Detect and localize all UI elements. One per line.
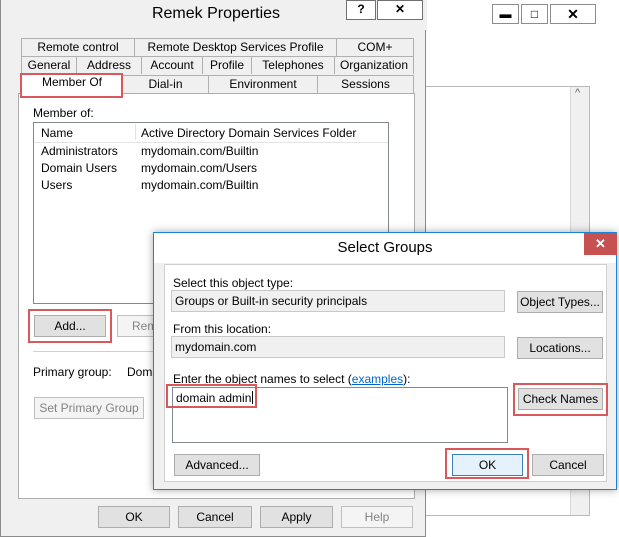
scroll-up-icon[interactable]: ^ xyxy=(575,87,580,99)
add-button-highlight xyxy=(28,309,112,343)
column-header-name[interactable]: Name xyxy=(41,126,73,140)
list-item[interactable]: Administrators mydomain.com/Builtin xyxy=(40,143,380,160)
cancel-button[interactable]: Cancel xyxy=(178,506,252,528)
examples-link[interactable]: examples xyxy=(352,372,403,386)
tab-address[interactable]: Address xyxy=(76,56,142,74)
check-names-highlight xyxy=(513,383,608,416)
minimize-icon[interactable]: ▬ xyxy=(492,4,519,24)
close-icon[interactable]: ✕ xyxy=(550,4,596,24)
list-header: Name Active Directory Domain Services Fo… xyxy=(34,123,388,143)
location-label: From this location: xyxy=(173,322,272,336)
dialog-title: Select Groups xyxy=(337,239,433,256)
apply-button[interactable]: Apply xyxy=(260,506,333,528)
tab-general[interactable]: General xyxy=(21,56,77,74)
advanced-button[interactable]: Advanced... xyxy=(174,454,260,476)
help-button[interactable]: Help xyxy=(341,506,413,528)
object-type-label: Select this object type: xyxy=(173,276,294,290)
member-of-label: Member of: xyxy=(33,106,94,120)
tab-com-plus[interactable]: COM+ xyxy=(336,38,414,56)
ok-button[interactable]: OK xyxy=(98,506,170,528)
select-groups-dialog: Select Groups ✕ Select this object type:… xyxy=(153,232,617,490)
help-icon[interactable]: ? xyxy=(346,0,376,20)
tab-account[interactable]: Account xyxy=(141,56,203,74)
maximize-icon[interactable]: □ xyxy=(521,4,548,24)
location-field: mydomain.com xyxy=(171,336,505,358)
column-separator[interactable] xyxy=(135,124,136,140)
object-types-button[interactable]: Object Types... xyxy=(517,291,603,313)
member-of-highlight xyxy=(20,73,123,98)
locations-button[interactable]: Locations... xyxy=(517,337,603,359)
object-names-highlight xyxy=(166,384,257,408)
primary-group-label: Primary group: xyxy=(33,365,112,379)
group-name: Users xyxy=(41,178,73,192)
divider xyxy=(33,351,153,352)
ok-button-highlight xyxy=(445,448,529,479)
close-icon[interactable]: ✕ xyxy=(377,0,423,20)
close-icon[interactable]: ✕ xyxy=(584,233,617,255)
tab-sessions[interactable]: Sessions xyxy=(317,75,414,93)
object-type-field: Groups or Built-in security principals xyxy=(171,290,505,312)
group-name: Domain Users xyxy=(41,161,118,175)
tab-remote-desktop-services-profile[interactable]: Remote Desktop Services Profile xyxy=(134,38,337,56)
tab-environment[interactable]: Environment xyxy=(208,75,318,93)
tab-dial-in[interactable]: Dial-in xyxy=(122,75,209,93)
object-names-label-suffix: ): xyxy=(403,372,411,386)
cancel-button[interactable]: Cancel xyxy=(532,454,604,476)
group-folder: mydomain.com/Builtin xyxy=(141,178,259,192)
set-primary-group-button[interactable]: Set Primary Group xyxy=(34,397,144,419)
tab-organization[interactable]: Organization xyxy=(334,56,414,74)
column-header-folder[interactable]: Active Directory Domain Services Folder xyxy=(141,126,356,140)
tab-remote-control[interactable]: Remote control xyxy=(21,38,135,56)
group-folder: mydomain.com/Builtin xyxy=(141,144,259,158)
list-item[interactable]: Domain Users mydomain.com/Users xyxy=(40,160,380,177)
group-name: Administrators xyxy=(41,144,118,158)
tab-profile[interactable]: Profile xyxy=(202,56,252,74)
tab-telephones[interactable]: Telephones xyxy=(251,56,335,74)
group-folder: mydomain.com/Users xyxy=(141,161,258,175)
list-item[interactable]: Users mydomain.com/Builtin xyxy=(40,177,380,194)
